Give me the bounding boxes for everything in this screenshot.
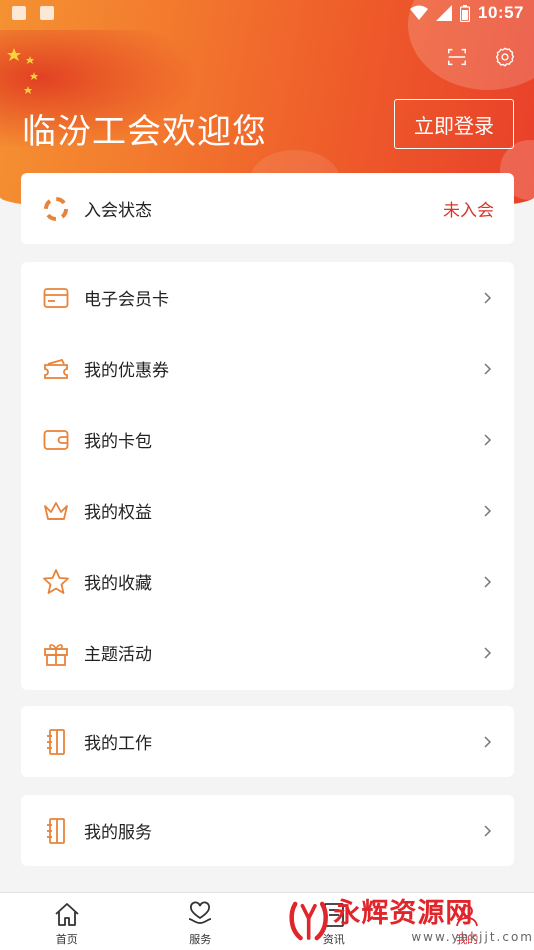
battery-icon bbox=[460, 4, 471, 22]
menu-item-label: 我的服务 bbox=[84, 823, 152, 843]
chevron-right-icon bbox=[484, 291, 492, 304]
star-icon bbox=[43, 568, 69, 594]
clock: 10:57 bbox=[478, 3, 524, 22]
scan-icon[interactable] bbox=[446, 46, 468, 68]
my-work-card: 我的工作 bbox=[21, 706, 514, 777]
menu-item-label: 主题活动 bbox=[84, 645, 152, 665]
menu-card: 电子会员卡 我的优惠券 我的卡包 我的权益 我的收藏 主题活动 bbox=[21, 262, 514, 690]
membership-status-label: 入会状态 bbox=[84, 201, 152, 221]
mail-icon bbox=[12, 6, 26, 20]
membership-status-card[interactable]: 入会状态 未入会 bbox=[21, 173, 514, 244]
menu-item-benefits[interactable]: 我的权益 bbox=[21, 475, 514, 546]
menu-item-favorites[interactable]: 我的收藏 bbox=[21, 546, 514, 617]
coupon-icon bbox=[44, 358, 68, 379]
signal-icon bbox=[436, 5, 453, 21]
welcome-title: 临汾工会欢迎您 bbox=[22, 112, 267, 152]
status-bar: 10:57 bbox=[0, 0, 534, 28]
home-icon bbox=[55, 903, 79, 926]
menu-item-label: 我的优惠券 bbox=[84, 361, 169, 381]
chevron-right-icon bbox=[484, 646, 492, 659]
menu-item-label: 电子会员卡 bbox=[84, 290, 169, 310]
wifi-icon bbox=[410, 5, 429, 20]
nav-home[interactable]: 首页 bbox=[0, 893, 134, 950]
nav-services[interactable]: 服务 bbox=[134, 893, 268, 950]
chevron-right-icon bbox=[484, 504, 492, 517]
heart-hand-icon bbox=[189, 901, 212, 924]
chevron-right-icon bbox=[484, 735, 492, 748]
app-a-icon bbox=[40, 6, 54, 20]
menu-item-my-work[interactable]: 我的工作 bbox=[21, 706, 514, 777]
watermark-logo bbox=[289, 901, 328, 941]
login-button[interactable]: 立即登录 bbox=[394, 99, 514, 149]
menu-item-label: 我的工作 bbox=[84, 734, 152, 754]
wallet-icon bbox=[43, 429, 69, 450]
chevron-right-icon bbox=[484, 575, 492, 588]
watermark-title: 永辉资源网 bbox=[333, 898, 474, 929]
chevron-right-icon bbox=[484, 362, 492, 375]
membership-status-row[interactable]: 入会状态 未入会 bbox=[21, 173, 514, 244]
crown-icon bbox=[44, 501, 68, 520]
menu-item-wallet[interactable]: 我的卡包 bbox=[21, 404, 514, 475]
nav-label: 服务 bbox=[189, 933, 212, 946]
watermark: 永辉资源网 www.yhkjjt.com bbox=[288, 892, 534, 950]
notebook-icon bbox=[47, 817, 65, 844]
menu-item-member-card[interactable]: 电子会员卡 bbox=[21, 262, 514, 333]
menu-item-coupons[interactable]: 我的优惠券 bbox=[21, 333, 514, 404]
lifebuoy-icon bbox=[44, 196, 68, 221]
chevron-right-icon bbox=[484, 433, 492, 446]
gift-icon bbox=[44, 643, 68, 666]
menu-item-my-service[interactable]: 我的服务 bbox=[21, 795, 514, 866]
menu-item-label: 我的收藏 bbox=[84, 574, 152, 594]
notebook-icon bbox=[47, 728, 65, 755]
membership-status-value: 未入会 bbox=[443, 201, 494, 221]
nav-label: 首页 bbox=[55, 933, 78, 946]
chevron-right-icon bbox=[484, 824, 492, 837]
stars-decoration bbox=[7, 48, 38, 94]
watermark-url: www.yhkjjt.com bbox=[411, 930, 534, 944]
menu-item-activities[interactable]: 主题活动 bbox=[21, 617, 514, 688]
menu-item-label: 我的权益 bbox=[84, 503, 152, 523]
my-service-card: 我的服务 bbox=[21, 795, 514, 866]
settings-icon[interactable] bbox=[494, 46, 516, 68]
card-icon bbox=[43, 287, 69, 308]
menu-item-label: 我的卡包 bbox=[84, 432, 152, 452]
